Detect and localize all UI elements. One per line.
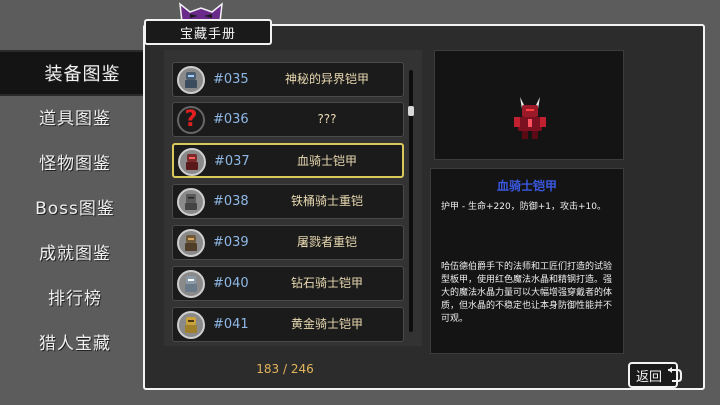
page-title: 宝藏手册 — [144, 19, 272, 45]
detail-description: 哈伍德伯爵手下的法师和工匠们打造的试验型板甲，使用红色魔法水晶和精钢打造。强大的… — [441, 262, 613, 324]
slayer-armor-icon — [177, 229, 205, 257]
gold-armor-icon — [177, 311, 205, 339]
item-number: #040 — [213, 276, 249, 291]
list-item[interactable]: ? #036 ??? — [172, 102, 404, 137]
back-button-label: 返回 — [635, 369, 662, 385]
list-item[interactable]: #039 屠戮者重铠 — [172, 225, 404, 260]
list-item[interactable]: #041 黄金骑士铠甲 — [172, 307, 404, 342]
item-name: 血骑士铠甲 — [296, 154, 357, 168]
item-name: 黄金骑士铠甲 — [290, 317, 363, 331]
dark-armor-icon — [177, 66, 205, 94]
collection-counter: 183 / 246 — [256, 362, 314, 376]
iron-armor-icon — [177, 188, 205, 216]
nav-item-leaderboard[interactable]: 排行榜 — [0, 276, 150, 316]
item-number: #037 — [214, 154, 250, 169]
category-nav: 装备图鉴 道具图鉴 怪物图鉴 Boss图鉴 成就图鉴 排行榜 猎人宝藏 — [0, 0, 165, 405]
blood-knight-sprite-icon — [514, 97, 546, 139]
nav-item-achievements[interactable]: 成就图鉴 — [0, 231, 150, 271]
list-item-selected[interactable]: #037 血骑士铠甲 — [172, 143, 404, 178]
item-name: 钻石骑士铠甲 — [290, 276, 363, 290]
item-number: #041 — [213, 317, 249, 332]
item-preview — [434, 50, 624, 160]
scrollbar-thumb[interactable] — [408, 106, 414, 116]
nav-item-equipment[interactable]: 装备图鉴 — [0, 50, 165, 96]
blood-armor-icon — [178, 148, 206, 176]
question-mark-icon: ? — [177, 106, 205, 134]
item-name: 屠戮者重铠 — [296, 235, 357, 249]
list-item[interactable]: #038 铁桶骑士重铠 — [172, 184, 404, 219]
detail-stats: 护甲 - 生命+220，防御+1，攻击+10。 — [441, 202, 606, 212]
item-name: ??? — [317, 112, 337, 126]
list-item[interactable]: #035 神秘的异界铠甲 — [172, 62, 404, 97]
item-number: #039 — [213, 235, 249, 250]
diamond-armor-icon — [177, 270, 205, 298]
nav-item-bosses[interactable]: Boss图鉴 — [0, 186, 150, 226]
item-number: #038 — [213, 194, 249, 209]
nav-item-items[interactable]: 道具图鉴 — [0, 96, 150, 136]
item-name: 神秘的异界铠甲 — [284, 72, 369, 86]
list-item[interactable]: #040 钻石骑士铠甲 — [172, 266, 404, 301]
item-number: #035 — [213, 72, 249, 87]
detail-title: 血骑士铠甲 — [496, 179, 557, 193]
item-detail-panel: 血骑士铠甲 护甲 - 生命+220，防御+1，攻击+10。 哈伍德伯爵手下的法师… — [430, 168, 624, 354]
nav-item-hunter-treasure[interactable]: 猎人宝藏 — [0, 321, 150, 361]
nav-item-monsters[interactable]: 怪物图鉴 — [0, 141, 150, 181]
item-name: 铁桶骑士重铠 — [290, 194, 363, 208]
return-arrow-icon — [668, 367, 682, 382]
item-number: #036 — [213, 112, 249, 127]
